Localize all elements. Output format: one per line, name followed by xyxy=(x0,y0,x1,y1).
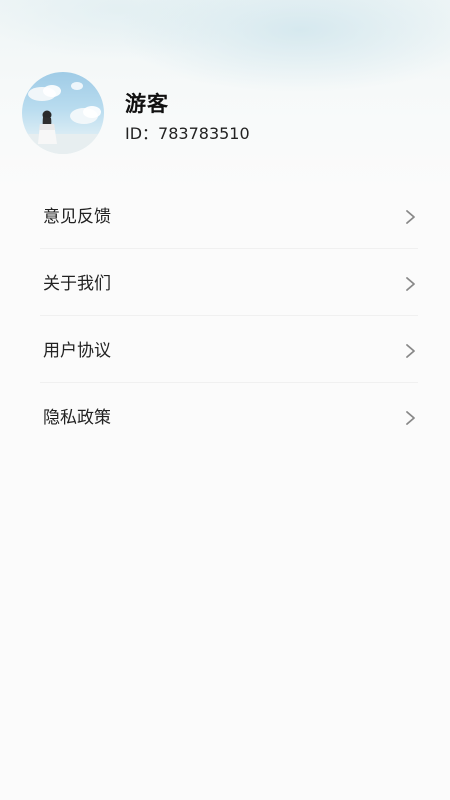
avatar-image xyxy=(22,82,104,154)
profile-card[interactable]: 游客 ID：783783510 xyxy=(22,72,422,154)
menu-item-label: 隐私政策 xyxy=(43,408,111,428)
menu-item-label: 意见反馈 xyxy=(43,207,111,227)
menu-item-privacy-policy[interactable]: 隐私政策 xyxy=(40,383,418,449)
chevron-right-icon xyxy=(406,344,415,358)
menu-item-label: 关于我们 xyxy=(43,274,111,294)
menu-item-user-agreement[interactable]: 用户协议 xyxy=(40,316,418,383)
menu-item-about-us[interactable]: 关于我们 xyxy=(40,249,418,316)
menu-item-label: 用户协议 xyxy=(43,341,111,361)
avatar[interactable] xyxy=(22,72,104,154)
chevron-right-icon xyxy=(406,411,415,425)
username: 游客 xyxy=(125,92,169,116)
menu-item-feedback[interactable]: 意见反馈 xyxy=(40,182,418,249)
chevron-right-icon xyxy=(406,210,415,224)
settings-menu: 意见反馈 关于我们 用户协议 隐私政策 xyxy=(40,182,418,449)
chevron-right-icon xyxy=(406,277,415,291)
user-id: ID：783783510 xyxy=(125,124,250,143)
